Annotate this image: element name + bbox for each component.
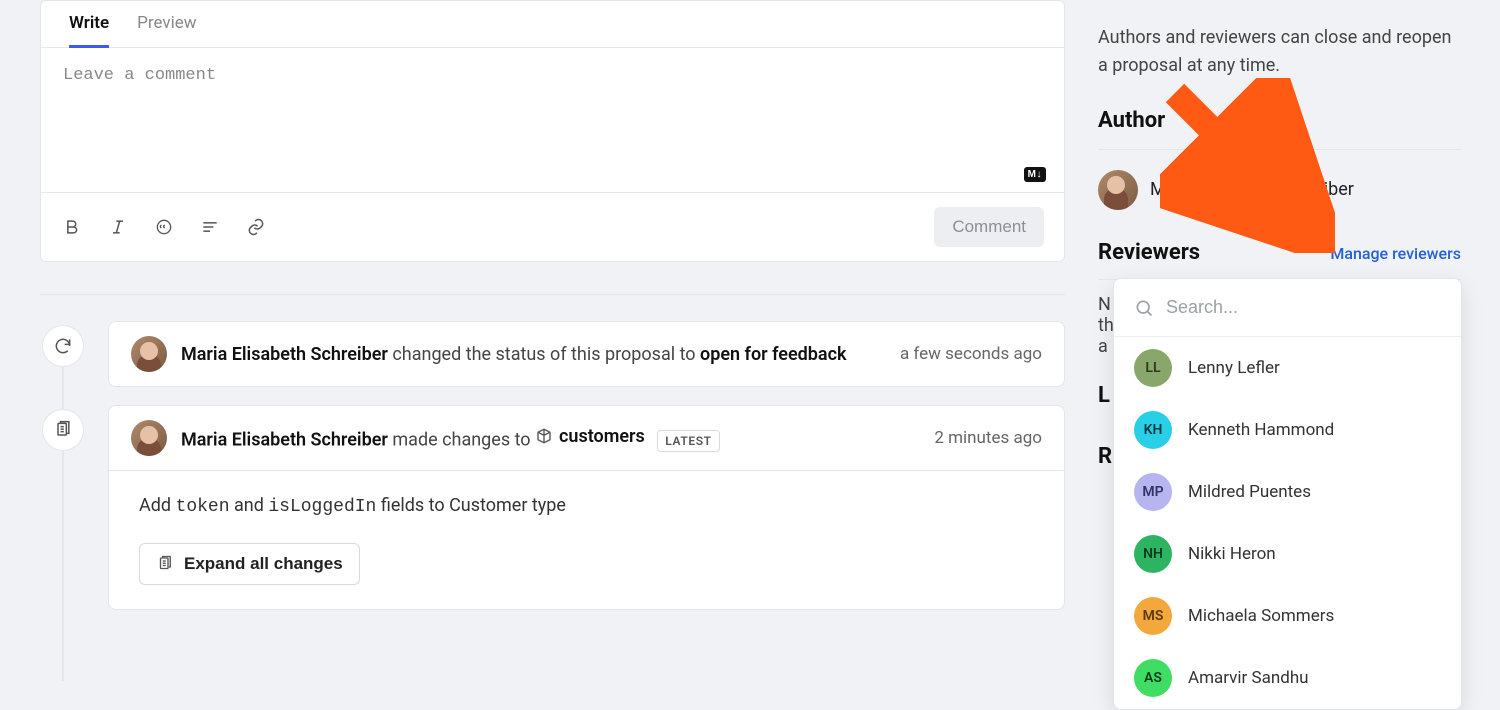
link-icon[interactable]	[245, 216, 267, 238]
sidebar-hint: Authors and reviewers can close and reop…	[1098, 24, 1461, 80]
person-initials-badge: KH	[1134, 411, 1172, 449]
refresh-icon	[42, 325, 84, 367]
timeline-event-change: Maria Elisabeth Schreiber made changes t…	[108, 405, 1065, 610]
markdown-icon: M↓	[1024, 167, 1046, 182]
tab-preview[interactable]: Preview	[137, 1, 196, 47]
author-row: Maria Elisabeth Schreiber	[1098, 164, 1461, 210]
timeline-rail	[40, 321, 108, 681]
event-text: Maria Elisabeth Schreiber changed the st…	[181, 344, 846, 365]
search-icon	[1134, 298, 1154, 318]
person-name: Mildred Puentes	[1188, 482, 1311, 502]
person-row[interactable]: LL Lenny Lefler	[1114, 337, 1461, 399]
avatar	[1098, 170, 1138, 210]
author-name: Maria Elisabeth Schreiber	[1150, 179, 1354, 200]
tab-write[interactable]: Write	[69, 1, 109, 48]
author-heading: Author	[1098, 108, 1461, 133]
comment-input[interactable]	[63, 66, 1042, 138]
avatar	[131, 420, 167, 456]
latest-badge: LATEST	[657, 430, 719, 452]
avatar	[131, 336, 167, 372]
document-icon	[156, 555, 174, 573]
person-name: Nikki Heron	[1188, 544, 1276, 564]
change-description: Add token and isLoggedIn fields to Custo…	[139, 495, 1034, 517]
person-row[interactable]: AS Amarvir Sandhu	[1114, 647, 1461, 709]
italic-icon[interactable]	[107, 216, 129, 238]
bold-icon[interactable]	[61, 216, 83, 238]
expand-changes-button[interactable]: Expand all changes	[139, 543, 360, 585]
person-row[interactable]: MP Mildred Puentes	[1114, 461, 1461, 523]
document-icon	[42, 409, 84, 451]
person-name: Lenny Lefler	[1188, 358, 1280, 378]
reviewers-popover: LL Lenny Lefler KH Kenneth Hammond MP Mildred…	[1113, 278, 1462, 710]
reviewers-heading: Reviewers	[1098, 240, 1200, 265]
timeline-event-status: Maria Elisabeth Schreiber changed the st…	[108, 321, 1065, 387]
divider	[40, 294, 1065, 295]
cube-icon	[535, 427, 553, 445]
text-align-icon[interactable]	[199, 216, 221, 238]
event-text: Maria Elisabeth Schreiber made changes t…	[181, 426, 720, 451]
person-initials-badge: LL	[1134, 349, 1172, 387]
person-initials-badge: MP	[1134, 473, 1172, 511]
person-row[interactable]: MS Michaela Sommers	[1114, 585, 1461, 647]
person-initials-badge: MS	[1134, 597, 1172, 635]
comment-button[interactable]: Comment	[934, 207, 1044, 247]
person-row[interactable]: NH Nikki Heron	[1114, 523, 1461, 585]
reviewer-search-input[interactable]	[1166, 297, 1441, 318]
quote-icon[interactable]	[153, 216, 175, 238]
person-name: Michaela Sommers	[1188, 606, 1334, 626]
person-initials-badge: NH	[1134, 535, 1172, 573]
person-name: Amarvir Sandhu	[1188, 668, 1309, 688]
event-time: 2 minutes ago	[934, 428, 1042, 448]
divider	[1098, 149, 1461, 150]
person-initials-badge: AS	[1134, 659, 1172, 697]
event-time: a few seconds ago	[900, 344, 1042, 364]
comment-box: Write Preview M↓ Comment	[40, 0, 1065, 262]
person-row[interactable]: KH Kenneth Hammond	[1114, 399, 1461, 461]
person-name: Kenneth Hammond	[1188, 420, 1334, 440]
manage-reviewers-link[interactable]: Manage reviewers	[1330, 244, 1461, 263]
